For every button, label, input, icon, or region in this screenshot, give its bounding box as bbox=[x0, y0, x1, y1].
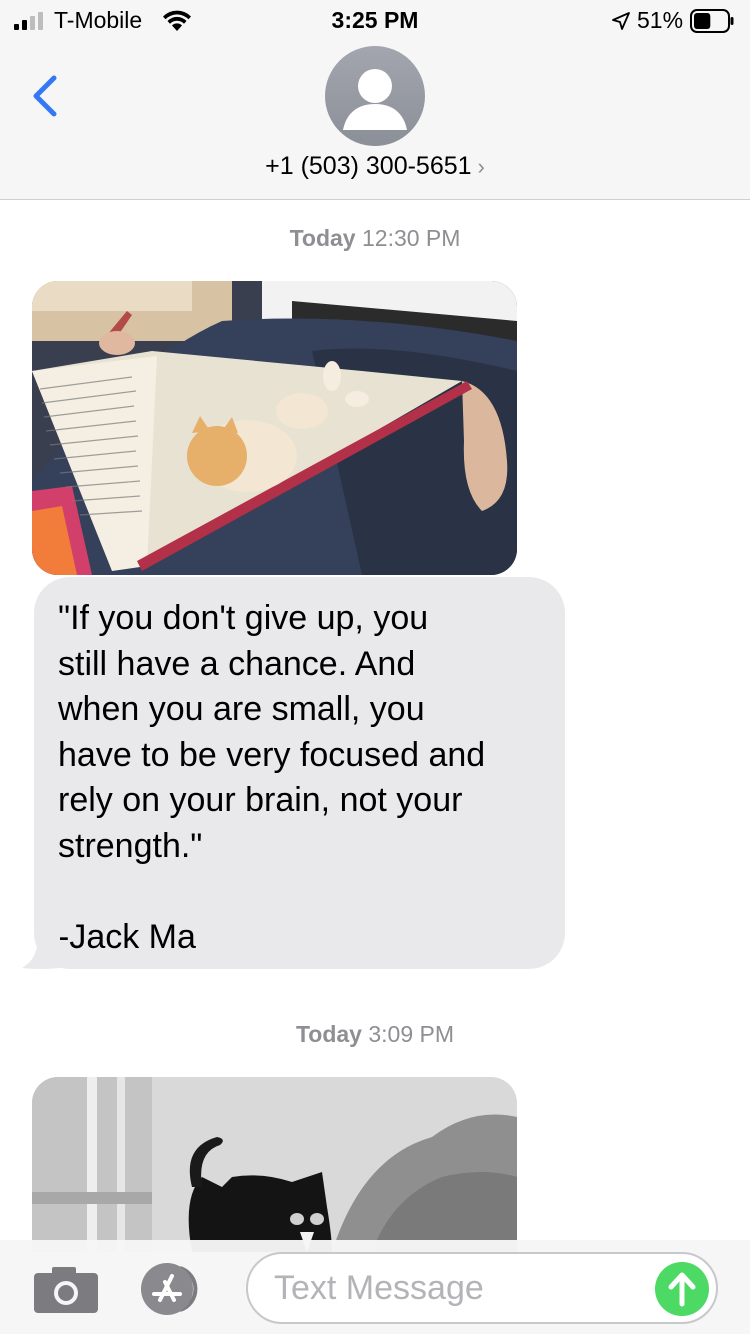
compose-bar: Text Message bbox=[0, 1240, 750, 1334]
status-bar: T-Mobile 3:25 PM 51% bbox=[0, 0, 750, 44]
timestamp: Today 12:30 PM bbox=[0, 225, 750, 252]
arrow-up-icon bbox=[668, 1272, 696, 1307]
message-line bbox=[58, 869, 541, 915]
image-message[interactable] bbox=[32, 281, 517, 575]
message-line: "If you don't give up, you bbox=[58, 599, 429, 637]
conversation-header: T-Mobile 3:25 PM 51% +1 (503) 300-5651 › bbox=[0, 0, 750, 200]
message-input-placeholder: Text Message bbox=[274, 1269, 484, 1307]
black-kitten-photo bbox=[32, 1077, 517, 1252]
timestamp-time: 12:30 PM bbox=[361, 225, 461, 251]
timestamp: Today 3:09 PM bbox=[0, 1021, 750, 1048]
message-line: -Jack Ma bbox=[58, 917, 196, 956]
person-icon bbox=[343, 69, 407, 130]
battery-icon bbox=[690, 9, 734, 33]
app-store-icon[interactable] bbox=[140, 1262, 214, 1316]
message-line: when you are small, you bbox=[58, 690, 425, 728]
location-arrow-icon bbox=[612, 12, 630, 30]
contact-title[interactable]: +1 (503) 300-5651 › bbox=[0, 152, 750, 181]
back-chevron-icon[interactable] bbox=[28, 72, 64, 120]
message-line: have to be very focused and bbox=[58, 735, 486, 774]
image-message[interactable] bbox=[32, 1077, 517, 1252]
message-line: still have a chance. And bbox=[58, 644, 416, 683]
camera-icon[interactable] bbox=[34, 1265, 98, 1313]
send-button[interactable] bbox=[655, 1262, 709, 1316]
contact-number: +1 (503) 300-5651 bbox=[265, 152, 472, 180]
timestamp-day: Today bbox=[289, 225, 356, 251]
details-chevron: › bbox=[477, 154, 485, 179]
message-line: rely on your brain, not your bbox=[58, 781, 463, 819]
kitten-on-notebook-photo bbox=[32, 281, 517, 575]
message-bubble[interactable]: "If you don't give up, you still have a … bbox=[34, 577, 565, 969]
message-input[interactable]: Text Message bbox=[246, 1252, 718, 1324]
timestamp-time: 3:09 PM bbox=[368, 1021, 455, 1047]
message-line: strength." bbox=[58, 826, 203, 865]
battery-percent: 51% bbox=[637, 7, 684, 33]
contact-avatar[interactable] bbox=[325, 46, 425, 146]
bubble-tail bbox=[22, 930, 60, 969]
timestamp-day: Today bbox=[295, 1021, 362, 1047]
